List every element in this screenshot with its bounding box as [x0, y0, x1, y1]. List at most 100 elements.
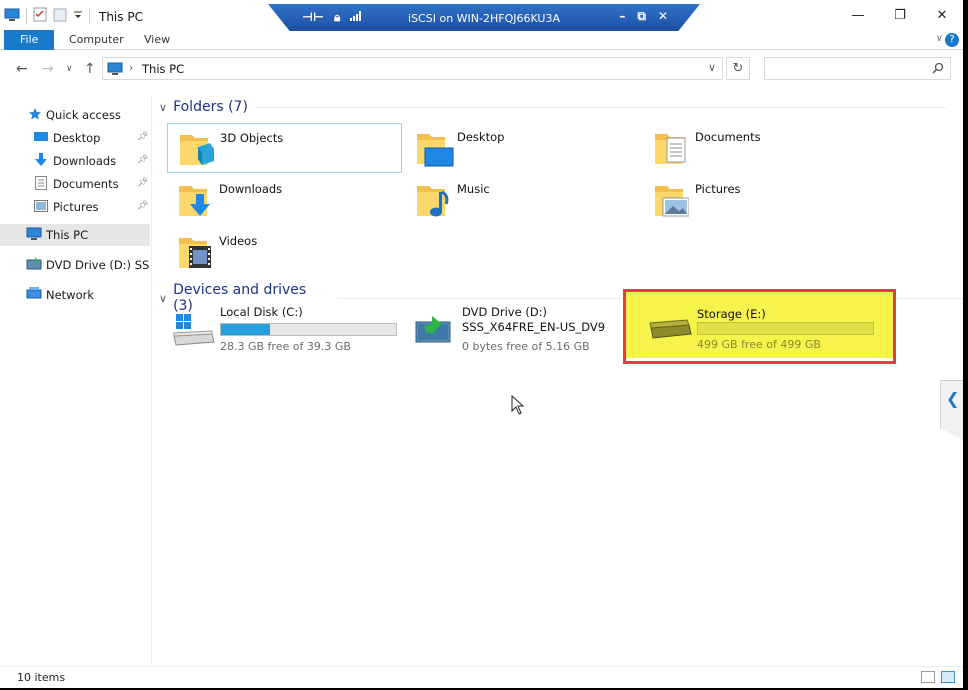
new-folder-icon[interactable]	[53, 8, 67, 25]
drive-tile-dvd[interactable]: DVD Drive (D:) SSS_X64FRE_EN-US_DV9 0 by…	[412, 302, 657, 362]
toolbar-separator	[89, 8, 90, 24]
toolbar-separator	[26, 8, 27, 24]
title-bar: This PC ⊣⊢ 🔒︎ iSCSI on WIN-2HFQJ66KU3A –…	[0, 0, 963, 31]
usage-bar-fill	[221, 324, 270, 335]
up-arrow-icon[interactable]: ↑	[84, 61, 96, 77]
forward-arrow-icon[interactable]: →	[42, 61, 54, 77]
close-icon[interactable]: ✕	[658, 9, 668, 24]
search-icon	[932, 62, 944, 77]
3d-objects-folder-icon	[178, 129, 214, 172]
document-icon	[35, 175, 47, 193]
expand-ribbon-icon[interactable]: ∨	[936, 33, 943, 44]
recent-locations-icon[interactable]: ∨	[66, 64, 73, 74]
pin-icon[interactable]: 📌︎	[137, 155, 148, 165]
sidebar-item-label: Documents	[53, 177, 119, 191]
properties-icon[interactable]	[33, 7, 47, 25]
address-dropdown-icon[interactable]: ∨	[708, 61, 716, 74]
details-view-icon[interactable]	[921, 671, 935, 683]
folder-tile-downloads[interactable]: Downloads	[167, 175, 402, 225]
group-title: Folders (7)	[173, 99, 248, 115]
window-title: This PC	[99, 10, 143, 24]
usage-bar	[220, 323, 397, 336]
sidebar-item-dvd-drive[interactable]: DVD Drive (D:) SSS_X6	[0, 254, 150, 276]
desktop-folder-icon	[415, 128, 455, 171]
pin-icon[interactable]: 📌︎	[137, 178, 148, 188]
minimize-icon[interactable]: –	[619, 9, 625, 24]
collapse-chevron-icon[interactable]: ∨	[159, 101, 167, 114]
content-pane: ∨ Folders (7) 3D Objects Desktop Documen…	[153, 96, 963, 666]
sidebar-item-documents[interactable]: Documents 📌︎	[0, 173, 150, 195]
sidebar-item-desktop[interactable]: Desktop 📌︎	[0, 127, 150, 149]
music-folder-icon	[415, 180, 451, 223]
drive-name: Local Disk (C:)	[220, 305, 303, 319]
mouse-cursor-icon	[511, 394, 525, 418]
maximize-button[interactable]: ❐	[879, 0, 921, 30]
sidebar-item-label: Quick access	[46, 108, 121, 122]
local-disk-icon	[172, 312, 216, 351]
folder-name: Downloads	[219, 182, 283, 196]
address-bar[interactable]: › This PC ∨	[102, 57, 723, 80]
chevron-left-icon: ❮	[946, 389, 960, 408]
pin-icon[interactable]: 📌︎	[137, 201, 148, 211]
file-explorer-window: This PC ⊣⊢ 🔒︎ iSCSI on WIN-2HFQJ66KU3A –…	[0, 0, 963, 688]
sidebar-item-label: Downloads	[53, 154, 117, 168]
minimize-button[interactable]: —	[837, 0, 879, 30]
search-input[interactable]	[764, 57, 951, 80]
breadcrumb-this-pc[interactable]: This PC	[142, 62, 184, 76]
drive-volume-label: SSS_X64FRE_EN-US_DV9	[462, 320, 606, 334]
status-bar: 10 items	[0, 666, 963, 688]
help-icon[interactable]: ?	[945, 33, 959, 47]
sidebar-item-quick-access[interactable]: Quick access	[0, 104, 150, 126]
folder-tile-desktop[interactable]: Desktop	[405, 123, 640, 173]
close-button[interactable]: ✕	[921, 0, 963, 30]
videos-folder-icon	[177, 232, 213, 275]
navigation-bar: ← → ∨ ↑ › This PC ∨ ↻	[0, 50, 963, 88]
tab-computer[interactable]: Computer	[57, 30, 136, 50]
free-space-text: 0 bytes free of 5.16 GB	[462, 340, 590, 353]
folder-name: Desktop	[457, 130, 505, 144]
computer-icon	[107, 62, 123, 79]
tab-file[interactable]: File	[4, 30, 55, 50]
group-divider	[255, 106, 946, 108]
downloads-folder-icon	[177, 180, 213, 223]
star-icon	[28, 107, 42, 124]
large-icons-view-icon[interactable]	[941, 671, 955, 683]
sidebar-item-this-pc[interactable]: This PC	[0, 224, 150, 246]
back-arrow-icon[interactable]: ←	[16, 61, 28, 77]
collapse-chevron-icon[interactable]: ∨	[159, 292, 167, 305]
pin-icon[interactable]: 📌︎	[137, 132, 148, 142]
folder-tile-3d-objects[interactable]: 3D Objects	[167, 123, 402, 173]
sidebar-item-downloads[interactable]: Downloads 📌︎	[0, 150, 150, 172]
picture-icon	[34, 199, 48, 215]
folder-name: Music	[457, 182, 490, 196]
folder-tile-pictures[interactable]: Pictures	[643, 175, 878, 225]
quick-access-toolbar	[4, 7, 90, 25]
dvd-icon	[26, 257, 42, 273]
sidebar-item-label: Pictures	[53, 200, 99, 214]
folder-tile-music[interactable]: Music	[405, 175, 640, 225]
desktop-icon	[34, 131, 48, 146]
folder-tile-documents[interactable]: Documents	[643, 123, 878, 173]
documents-folder-icon	[653, 128, 689, 171]
sidebar-item-pictures[interactable]: Pictures 📌︎	[0, 196, 150, 218]
sidebar-item-label: Desktop	[53, 131, 101, 145]
restore-icon[interactable]: ⧉	[637, 9, 646, 24]
drive-name: DVD Drive (D:)	[462, 305, 548, 319]
folder-name: Documents	[695, 130, 761, 144]
dvd-drive-icon	[414, 312, 454, 351]
drive-tile-local-disk[interactable]: Local Disk (C:) 28.3 GB free of 39.3 GB	[170, 302, 415, 362]
customize-toolbar-icon[interactable]	[73, 9, 83, 24]
sidebar-item-network[interactable]: Network	[0, 284, 150, 306]
highlight-box	[623, 289, 896, 364]
remote-connection-bar: ⊣⊢ 🔒︎ iSCSI on WIN-2HFQJ66KU3A – ⧉ ✕	[268, 4, 700, 31]
pictures-folder-icon	[653, 180, 690, 223]
download-icon	[34, 152, 48, 170]
folders-group-header[interactable]: ∨ Folders (7)	[159, 99, 946, 115]
refresh-button[interactable]: ↻	[726, 57, 750, 80]
item-count: 10 items	[17, 671, 66, 684]
this-pc-icon[interactable]	[4, 8, 20, 25]
folder-tile-videos[interactable]: Videos	[167, 227, 402, 277]
ribbon-tabs: File Computer View ∨ ?	[0, 30, 963, 50]
tab-view[interactable]: View	[132, 30, 182, 50]
breadcrumb-separator-icon[interactable]: ›	[129, 61, 133, 74]
